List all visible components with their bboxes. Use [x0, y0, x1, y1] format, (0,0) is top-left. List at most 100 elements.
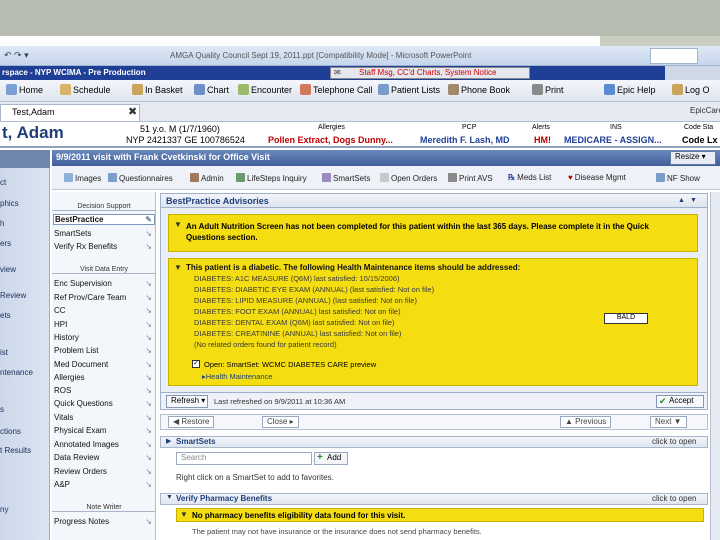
- activity-item[interactable]: HPI ↘: [54, 320, 154, 329]
- window-controls[interactable]: [650, 48, 698, 64]
- scroll-down-icon[interactable]: ▼: [690, 197, 697, 204]
- telephone-call-button[interactable]: Telephone Call: [300, 84, 373, 95]
- bald-button[interactable]: BALD: [604, 313, 648, 324]
- left-nav-item[interactable]: h: [0, 219, 4, 228]
- chevron-icon: ↘: [145, 229, 152, 238]
- smartsets-open-link[interactable]: click to open: [652, 437, 696, 446]
- close-icon[interactable]: ✖: [128, 105, 137, 118]
- smartsets-toolbar-button[interactable]: SmartSets: [322, 173, 370, 183]
- images-button[interactable]: Images: [64, 173, 101, 183]
- left-nav-item[interactable]: ntenance: [0, 368, 33, 377]
- restore-button[interactable]: ◀ Restore: [168, 416, 215, 428]
- pcp-value[interactable]: Meredith F. Lash, MD: [420, 135, 510, 145]
- left-activity-tabs: [0, 150, 50, 540]
- left-nav-item[interactable]: phics: [0, 199, 19, 208]
- activity-item-verify-rx[interactable]: Verify Rx Benefits ↘: [54, 242, 154, 251]
- collapse-icon[interactable]: ▼: [174, 263, 182, 272]
- encounter-button[interactable]: Encounter: [238, 84, 292, 95]
- left-nav-item[interactable]: ets: [0, 311, 11, 320]
- nf-show-button[interactable]: NF Show: [656, 173, 700, 183]
- activity-item[interactable]: Med Document ↘: [54, 360, 154, 369]
- staff-message-notice[interactable]: Staff Msg, CC'd Charts, System Notice: [330, 67, 530, 79]
- schedule-button[interactable]: Schedule: [60, 84, 111, 95]
- activity-item-smartsets[interactable]: SmartSets ↘: [54, 229, 154, 238]
- lifesteps-inquiry-button[interactable]: LifeSteps Inquiry: [236, 173, 307, 183]
- chart-button[interactable]: Chart: [194, 84, 229, 95]
- health-maintenance-link[interactable]: ▸Health Maintenance: [202, 372, 272, 381]
- med-list-button[interactable]: ℞ Meds List: [508, 173, 551, 182]
- activity-item[interactable]: Quick Questions ↘: [54, 399, 154, 408]
- open-smartset-checkbox[interactable]: ✓: [192, 360, 200, 368]
- allergies-label: Allergies: [318, 124, 345, 131]
- scroll-up-icon[interactable]: ▲: [678, 197, 685, 204]
- epic-window-title: rspace - NYP WCIMA - Pre Production: [2, 68, 146, 77]
- collapse-icon[interactable]: ▼: [174, 220, 182, 229]
- previous-button[interactable]: ▲ Previous: [560, 416, 612, 428]
- left-nav-item[interactable]: ny: [0, 505, 8, 514]
- heart-icon: ♥: [568, 173, 573, 182]
- activity-item[interactable]: Annotated Images ↘: [54, 440, 154, 449]
- left-nav-item[interactable]: t Results: [0, 446, 31, 455]
- left-nav-item[interactable]: ctions: [0, 427, 21, 436]
- admin-button[interactable]: Admin: [190, 173, 224, 183]
- activity-item[interactable]: ROS ↘: [54, 386, 154, 395]
- left-nav-item[interactable]: Review: [0, 291, 26, 300]
- smartsets-header[interactable]: [160, 436, 708, 448]
- encounter-icon: [238, 84, 249, 95]
- activity-item[interactable]: A&P ↘: [54, 480, 154, 489]
- resize-button[interactable]: Resize ▾: [670, 151, 716, 165]
- log-out-button[interactable]: Log O: [672, 84, 710, 95]
- in-basket-button[interactable]: In Basket: [132, 84, 183, 95]
- print-avs-button[interactable]: Print AVS: [448, 173, 493, 183]
- printer-icon: [448, 173, 457, 182]
- activity-item[interactable]: Review Orders ↘: [54, 467, 154, 476]
- window-side-buttons[interactable]: [665, 66, 720, 80]
- left-nav-item[interactable]: view: [0, 265, 16, 274]
- pharmacy-open-link[interactable]: click to open: [652, 494, 696, 503]
- vertical-scrollbar[interactable]: [710, 192, 720, 540]
- activity-item-progress-notes[interactable]: Progress Notes ↘: [54, 517, 154, 526]
- open-orders-button[interactable]: Open Orders: [380, 173, 437, 183]
- log-out-icon: [672, 84, 683, 95]
- next-button[interactable]: Next ▼: [650, 416, 687, 428]
- expand-icon[interactable]: ▶: [166, 437, 171, 445]
- expand-icon[interactable]: ▼: [166, 494, 173, 501]
- activity-item[interactable]: Physical Exam ↘: [54, 426, 154, 435]
- left-nav-item[interactable]: s: [0, 405, 4, 414]
- activity-item[interactable]: Data Review ↘: [54, 453, 154, 462]
- refresh-button[interactable]: Refresh ▾: [166, 395, 208, 408]
- activity-item[interactable]: Vitals ↘: [54, 413, 154, 422]
- activity-item[interactable]: Problem List ↘: [54, 346, 154, 355]
- print-button[interactable]: Print: [532, 84, 564, 95]
- patient-lists-button[interactable]: Patient Lists: [378, 84, 440, 95]
- home-button[interactable]: Home: [6, 84, 43, 95]
- code-status-value: Code Lx: [682, 135, 718, 145]
- left-nav-item[interactable]: ist: [0, 348, 8, 357]
- alerts-value[interactable]: HM!: [534, 135, 551, 145]
- activity-item[interactable]: Ref Prov/Care Team ↘: [54, 293, 154, 302]
- last-refreshed-text: Last refreshed on 9/9/2011 at 10:36 AM: [214, 397, 346, 406]
- left-nav-item[interactable]: ers: [0, 239, 11, 248]
- allergies-value[interactable]: Pollen Extract, Dogs Dunny...: [268, 135, 393, 145]
- disease-mgmt-button[interactable]: ♥ Disease Mgmt: [568, 173, 626, 182]
- quick-access-icons[interactable]: ↶ ↷ ▾: [4, 50, 29, 61]
- close-button[interactable]: Close ▸: [262, 416, 299, 428]
- chevron-icon: ↘: [145, 453, 152, 462]
- activity-item[interactable]: Allergies ↘: [54, 373, 154, 382]
- activity-item[interactable]: CC ↘: [54, 306, 154, 315]
- activity-item[interactable]: History ↘: [54, 333, 154, 342]
- phone-book-button[interactable]: Phone Book: [448, 84, 510, 95]
- questionnaires-button[interactable]: Questionnaires: [108, 173, 173, 183]
- left-nav-header[interactable]: [0, 150, 50, 168]
- left-nav-item[interactable]: ct: [0, 178, 6, 187]
- hm-item: DIABETES: CREATININE (ANNUAL) last satis…: [194, 329, 402, 338]
- epic-help-button[interactable]: Epic Help: [604, 84, 656, 95]
- activity-item[interactable]: Enc Supervision ↘: [54, 279, 154, 288]
- activity-item-bestpractice[interactable]: BestPractice ✎: [53, 214, 155, 225]
- insurance-value[interactable]: MEDICARE - ASSIGN...: [564, 135, 662, 145]
- section-header-visit-data-entry: Visit Data Entry: [52, 266, 156, 274]
- chevron-icon: ↘: [145, 480, 152, 489]
- smartset-search-input[interactable]: Search: [176, 452, 312, 465]
- chevron-icon: ↘: [145, 333, 152, 342]
- chevron-icon: ↘: [145, 306, 152, 315]
